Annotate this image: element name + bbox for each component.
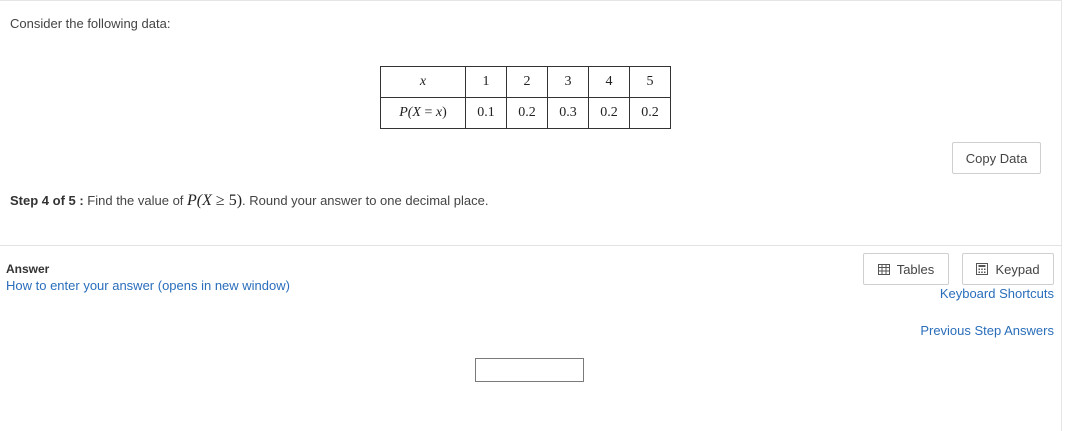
section-divider: [0, 245, 1062, 246]
probability-table: x 1 2 3 4 5 P(X = x) 0.1 0.2 0.3 0.2 0.2: [380, 66, 671, 129]
tables-label: Tables: [896, 261, 935, 277]
table-cell: 1: [465, 66, 507, 98]
tables-button[interactable]: Tables: [863, 253, 949, 285]
table-cell: 0.3: [547, 97, 589, 129]
table-row: P(X = x) 0.1 0.2 0.3 0.2 0.2: [380, 97, 671, 129]
keyboard-shortcuts-link[interactable]: Keyboard Shortcuts: [940, 286, 1054, 301]
answer-input[interactable]: [475, 358, 584, 382]
table-row: x 1 2 3 4 5: [380, 66, 671, 98]
table-cell: 4: [588, 66, 630, 98]
how-to-enter-answer-link[interactable]: How to enter your answer (opens in new w…: [6, 278, 290, 293]
x-symbol: x: [419, 74, 427, 89]
copy-data-button[interactable]: Copy Data: [952, 142, 1041, 174]
step-instruction: Step 4 of 5 : Find the value of P(X ≥ 5)…: [10, 192, 489, 209]
table-cell: 0.1: [465, 97, 507, 129]
answer-label: Answer: [6, 262, 50, 276]
table-cell: 3: [547, 66, 589, 98]
step-label: Step 4 of 5 :: [10, 193, 84, 208]
keypad-label: Keypad: [995, 261, 1040, 277]
table-cell: 0.2: [588, 97, 630, 129]
table-icon: [877, 263, 890, 275]
table-cell: 2: [506, 66, 548, 98]
table-cell: 5: [629, 66, 671, 98]
table-cell: 0.2: [506, 97, 548, 129]
table-header-probability: P(X = x): [380, 97, 466, 129]
table-cell: 0.2: [629, 97, 671, 129]
keypad-button[interactable]: Keypad: [962, 253, 1054, 285]
math-expression: P(X ≥ 5): [187, 192, 243, 209]
previous-step-answers-link[interactable]: Previous Step Answers: [920, 323, 1054, 338]
intro-text: Consider the following data:: [10, 16, 171, 31]
table-header-x: x: [380, 66, 466, 98]
calculator-icon: [976, 263, 989, 275]
